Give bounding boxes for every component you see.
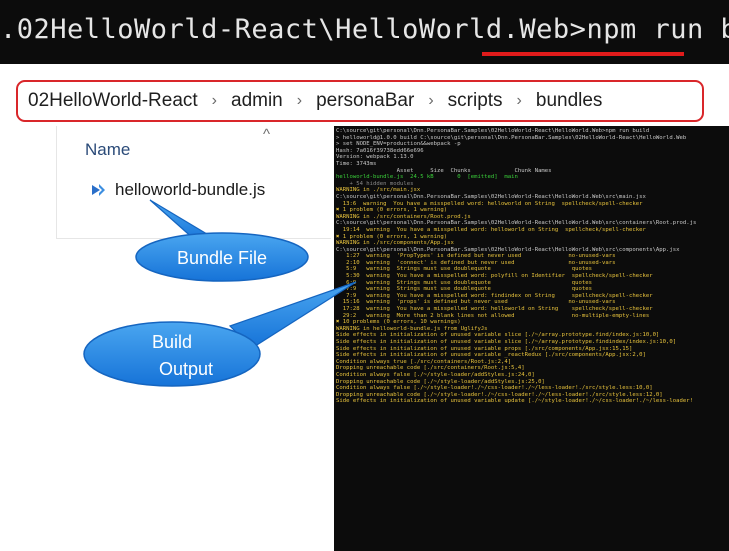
terminal-line: 2:10 warning 'connect' is defined but ne… xyxy=(336,259,616,266)
breadcrumb-item-bundles[interactable]: bundles xyxy=(534,90,605,112)
terminal-line: Side effects in initialization of unused… xyxy=(336,398,693,405)
terminal-line: 5:9 warning Strings must use doublequote… xyxy=(336,266,592,273)
terminal-line: Side effects in initialization of unused… xyxy=(336,332,660,339)
terminal-line: 7:9 warning Strings must use doublequote… xyxy=(336,286,592,293)
terminal-line: 29:2 warning More than 2 blank lines not… xyxy=(336,312,650,319)
chevron-right-icon[interactable]: › xyxy=(212,92,217,110)
terminal-line: helloworld-bundle.js 24.5 kB 0 [emitted]… xyxy=(336,174,518,181)
terminal-line: C:\source\git\personal\Dnn.PersonaBar.Sa… xyxy=(336,220,697,227)
terminal-line: 5:30 warning You have a misspelled word:… xyxy=(336,273,653,280)
terminal-line: Dropping unreachable code [./~/style-loa… xyxy=(336,391,663,398)
terminal-line: C:\source\git\personal\Dnn.PersonaBar.Sa… xyxy=(336,246,680,253)
command-underline xyxy=(482,52,684,56)
terminal-line: WARNING in ./src/containers/Root.prod.js xyxy=(336,213,471,220)
terminal-line: Dropping unreachable code [./src/contain… xyxy=(336,365,525,372)
chevron-right-icon[interactable]: › xyxy=(428,92,433,110)
terminal-line: C:\source\git\personal\Dnn.PersonaBar.Sa… xyxy=(336,193,646,200)
terminal-line: ✖ 1 problem (0 errors, 1 warning) xyxy=(336,233,448,240)
terminal-line: 13:6 warning You have a misspelled word:… xyxy=(336,200,643,207)
terminal-line: Condition always false [./~/style-loader… xyxy=(336,371,535,378)
terminal-line: 7:9 warning You have a misspelled word: … xyxy=(336,292,653,299)
command-path: .02HelloWorld-React\HelloWorld.Web> xyxy=(0,14,587,45)
terminal-line: Side effects in initialization of unused… xyxy=(336,339,677,345)
command-text: npm run build xyxy=(586,14,729,45)
sort-caret-icon[interactable]: ^ xyxy=(263,126,270,143)
terminal-line: + 54 hidden modules xyxy=(336,180,414,187)
terminal-line: WARNING in ./src/components/App.jsx xyxy=(336,240,454,247)
terminal-line: Dropping unreachable code [./~/style-loa… xyxy=(336,378,545,385)
breadcrumb-item-personabar[interactable]: personaBar xyxy=(314,90,416,112)
file-list-pane: ^ Name helloworld-bundle.js xyxy=(56,126,331,239)
build-output-terminal: C:\source\git\personal\Dnn.PersonaBar.Sa… xyxy=(334,126,729,551)
js-file-icon xyxy=(92,184,105,196)
terminal-line: 19:14 warning You have a misspelled word… xyxy=(336,226,646,233)
terminal-line: 6:9 warning Strings must use doublequote… xyxy=(336,279,592,286)
command-prompt-strip: .02HelloWorld-React\HelloWorld.Web>npm r… xyxy=(0,0,729,64)
command-line: .02HelloWorld-React\HelloWorld.Web>npm r… xyxy=(0,14,729,45)
terminal-line: Version: webpack 1.13.0 xyxy=(336,154,414,161)
build-output-label-line1: Build xyxy=(152,332,192,352)
name-column-header[interactable]: Name xyxy=(85,140,130,160)
build-output-callout: Build Output xyxy=(83,281,357,387)
terminal-line: ✖ 10 problems (0 errors, 10 warnings) xyxy=(336,319,461,326)
terminal-line: WARNING in helloworld-bundle.js from Ugl… xyxy=(336,325,488,332)
terminal-line: > helloworld@1.0.0 build C:\source\git\p… xyxy=(336,134,687,141)
bundle-file-label: Bundle File xyxy=(177,248,267,268)
terminal-line: Time: 3743ms xyxy=(336,160,377,167)
file-name: helloworld-bundle.js xyxy=(115,180,266,199)
terminal-line: 1:27 warning 'PropTypes' is defined but … xyxy=(336,253,616,260)
terminal-line: Hash: 7a016f39738edd66e696 xyxy=(336,147,424,154)
terminal-line: > set NODE_ENV=production&&webpack -p xyxy=(336,141,461,148)
terminal-line: 17:28 warning You have a misspelled word… xyxy=(336,306,653,313)
terminal-line: Side effects in initialization of unused… xyxy=(336,352,646,359)
breadcrumb-item-root[interactable]: 02HelloWorld-React xyxy=(26,90,200,112)
terminal-line: Condition always true [./src/containers/… xyxy=(336,358,512,365)
chevron-right-icon[interactable]: › xyxy=(297,92,302,110)
breadcrumb: 02HelloWorld-React › admin › personaBar … xyxy=(16,80,704,122)
terminal-line: Asset Size Chunks Chunk Names xyxy=(336,167,552,174)
terminal-line: C:\source\git\personal\Dnn.PersonaBar.Sa… xyxy=(336,128,650,134)
terminal-line: WARNING in ./src/main.jsx xyxy=(336,187,421,194)
terminal-line: Side effects in initialization of unused… xyxy=(336,345,633,352)
file-row[interactable]: helloworld-bundle.js xyxy=(89,180,265,200)
terminal-line: ✖ 1 problem (0 errors, 1 warning) xyxy=(336,207,448,214)
breadcrumb-item-scripts[interactable]: scripts xyxy=(446,90,505,112)
chevron-right-icon[interactable]: › xyxy=(517,92,522,110)
terminal-line: 15:16 warning 'props' is defined but nev… xyxy=(336,299,616,306)
breadcrumb-item-admin[interactable]: admin xyxy=(229,90,285,112)
terminal-line: Condition always false [./~/style-loader… xyxy=(336,385,653,392)
build-output-label-line2: Output xyxy=(159,359,213,379)
